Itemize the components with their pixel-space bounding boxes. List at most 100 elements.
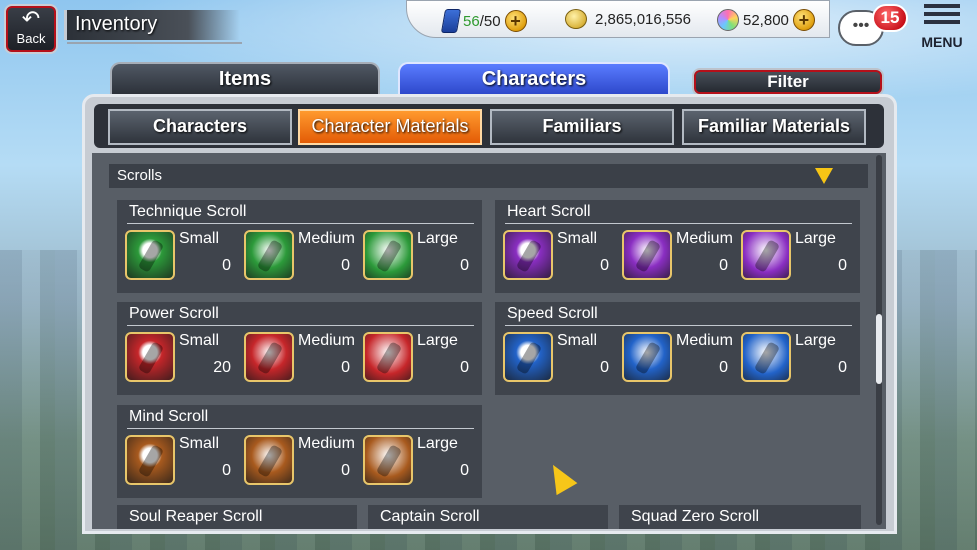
page-title-plate: Inventory <box>64 10 242 44</box>
slot-count: 0 <box>719 257 728 274</box>
collapse-triangle-icon[interactable] <box>815 168 833 184</box>
card-title: Mind Scroll <box>129 408 209 425</box>
slot-size-label: Large <box>417 435 458 452</box>
slot-count: 20 <box>213 359 231 376</box>
subtab-characters[interactable]: Characters <box>108 109 292 145</box>
slot-count: 0 <box>341 359 350 376</box>
green-scroll-icon[interactable] <box>125 230 175 280</box>
card-title: Speed Scroll <box>507 305 598 322</box>
scroll-slot[interactable]: Large 0 <box>359 332 479 388</box>
scrollbar-thumb[interactable] <box>876 314 882 384</box>
scroll-slot[interactable]: Large 0 <box>359 435 479 491</box>
scroll-slot[interactable]: Medium 0 <box>240 435 360 491</box>
green-scroll-icon[interactable] <box>363 230 413 280</box>
subtab-character-materials[interactable]: Character Materials <box>298 109 482 145</box>
slot-count: 0 <box>719 359 728 376</box>
slot-size-label: Small <box>179 332 220 349</box>
card-divider <box>505 223 852 224</box>
menu-icon <box>924 4 960 26</box>
add-orbs-button[interactable]: + <box>792 9 815 31</box>
slot-size-label: Medium <box>298 332 355 349</box>
card-divider <box>127 223 474 224</box>
red-scroll-icon[interactable] <box>363 332 413 382</box>
scroll-slot[interactable]: Small 20 <box>121 332 241 388</box>
back-button[interactable]: ↶ Back <box>4 4 58 54</box>
scroll-slot[interactable]: Small 0 <box>499 332 619 388</box>
filter-button[interactable]: Filter <box>692 68 884 96</box>
slot-size-label: Small <box>557 230 598 247</box>
slot-count: 0 <box>222 257 231 274</box>
scroll-card: Speed Scroll Small 0 Medium 0 Large 0 <box>495 302 860 395</box>
scroll-card: Mind Scroll Small 0 Medium 0 Large 0 <box>117 405 482 498</box>
tab-characters[interactable]: Characters <box>398 62 670 96</box>
blue-scroll-icon[interactable] <box>741 332 791 382</box>
scroll-slot[interactable]: Medium 0 <box>240 230 360 286</box>
slot-count: 0 <box>600 359 609 376</box>
slot-count: 0 <box>341 462 350 479</box>
card-divider <box>505 325 852 326</box>
subtab-bar: Characters Character Materials Familiars… <box>94 104 884 148</box>
back-label: Back <box>16 31 46 46</box>
scroll-slot[interactable]: Small 0 <box>121 230 241 286</box>
scroll-slot[interactable]: Medium 0 <box>618 332 738 388</box>
subtab-familiars[interactable]: Familiars <box>490 109 674 145</box>
stamina-icon <box>440 9 462 33</box>
purple-scroll-icon[interactable] <box>503 230 553 280</box>
slot-size-label: Large <box>795 332 836 349</box>
slot-count: 0 <box>460 462 469 479</box>
card-peek[interactable]: Squad Zero Scroll <box>619 505 861 529</box>
orb-counter: 52,800 + <box>717 9 815 31</box>
slot-size-label: Small <box>179 435 220 452</box>
brown-scroll-icon[interactable] <box>363 435 413 485</box>
menu-button[interactable]: MENU <box>915 4 969 56</box>
brown-scroll-icon[interactable] <box>125 435 175 485</box>
purple-scroll-icon[interactable] <box>622 230 672 280</box>
slot-size-label: Large <box>417 332 458 349</box>
scroll-slot[interactable]: Large 0 <box>737 332 857 388</box>
subtab-familiar-materials[interactable]: Familiar Materials <box>682 109 866 145</box>
stamina-max: /50 <box>479 12 501 30</box>
slot-size-label: Large <box>417 230 458 247</box>
page-title: Inventory <box>75 13 158 35</box>
slot-size-label: Small <box>557 332 598 349</box>
green-scroll-icon[interactable] <box>244 230 294 280</box>
blue-scroll-icon[interactable] <box>503 332 553 382</box>
scroll-slot[interactable]: Large 0 <box>359 230 479 286</box>
red-scroll-icon[interactable] <box>244 332 294 382</box>
scroll-slot[interactable]: Medium 0 <box>618 230 738 286</box>
section-header[interactable]: Scrolls <box>109 164 868 188</box>
card-divider <box>127 325 474 326</box>
brown-scroll-icon[interactable] <box>244 435 294 485</box>
slot-count: 0 <box>460 359 469 376</box>
coin-icon <box>565 9 587 29</box>
purple-scroll-icon[interactable] <box>741 230 791 280</box>
card-peek[interactable]: Captain Scroll <box>368 505 608 529</box>
slot-size-label: Medium <box>676 230 733 247</box>
slot-count: 0 <box>600 257 609 274</box>
notification-badge: 15 <box>872 4 908 32</box>
card-peek[interactable]: Soul Reaper Scroll <box>117 505 357 529</box>
slot-count: 0 <box>838 359 847 376</box>
scroll-slot[interactable]: Small 0 <box>499 230 619 286</box>
scroll-slot[interactable]: Small 0 <box>121 435 241 491</box>
card-title: Heart Scroll <box>507 203 591 220</box>
blue-scroll-icon[interactable] <box>622 332 672 382</box>
currency-value: 2,865,016,556 <box>595 10 691 28</box>
slot-count: 0 <box>222 462 231 479</box>
slot-size-label: Small <box>179 230 220 247</box>
slot-size-label: Medium <box>298 435 355 452</box>
menu-label: MENU <box>921 34 963 50</box>
card-title: Technique Scroll <box>129 203 247 220</box>
slot-count: 0 <box>838 257 847 274</box>
stamina-current: 56 <box>463 12 480 30</box>
orb-icon <box>717 9 739 31</box>
scroll-card: Power Scroll Small 20 Medium 0 Large 0 <box>117 302 482 395</box>
slot-size-label: Large <box>795 230 836 247</box>
scroll-slot[interactable]: Medium 0 <box>240 332 360 388</box>
card-title: Power Scroll <box>129 305 219 322</box>
red-scroll-icon[interactable] <box>125 332 175 382</box>
slot-size-label: Medium <box>676 332 733 349</box>
tab-items[interactable]: Items <box>110 62 380 96</box>
add-stamina-button[interactable]: + <box>504 10 527 32</box>
scroll-slot[interactable]: Large 0 <box>737 230 857 286</box>
